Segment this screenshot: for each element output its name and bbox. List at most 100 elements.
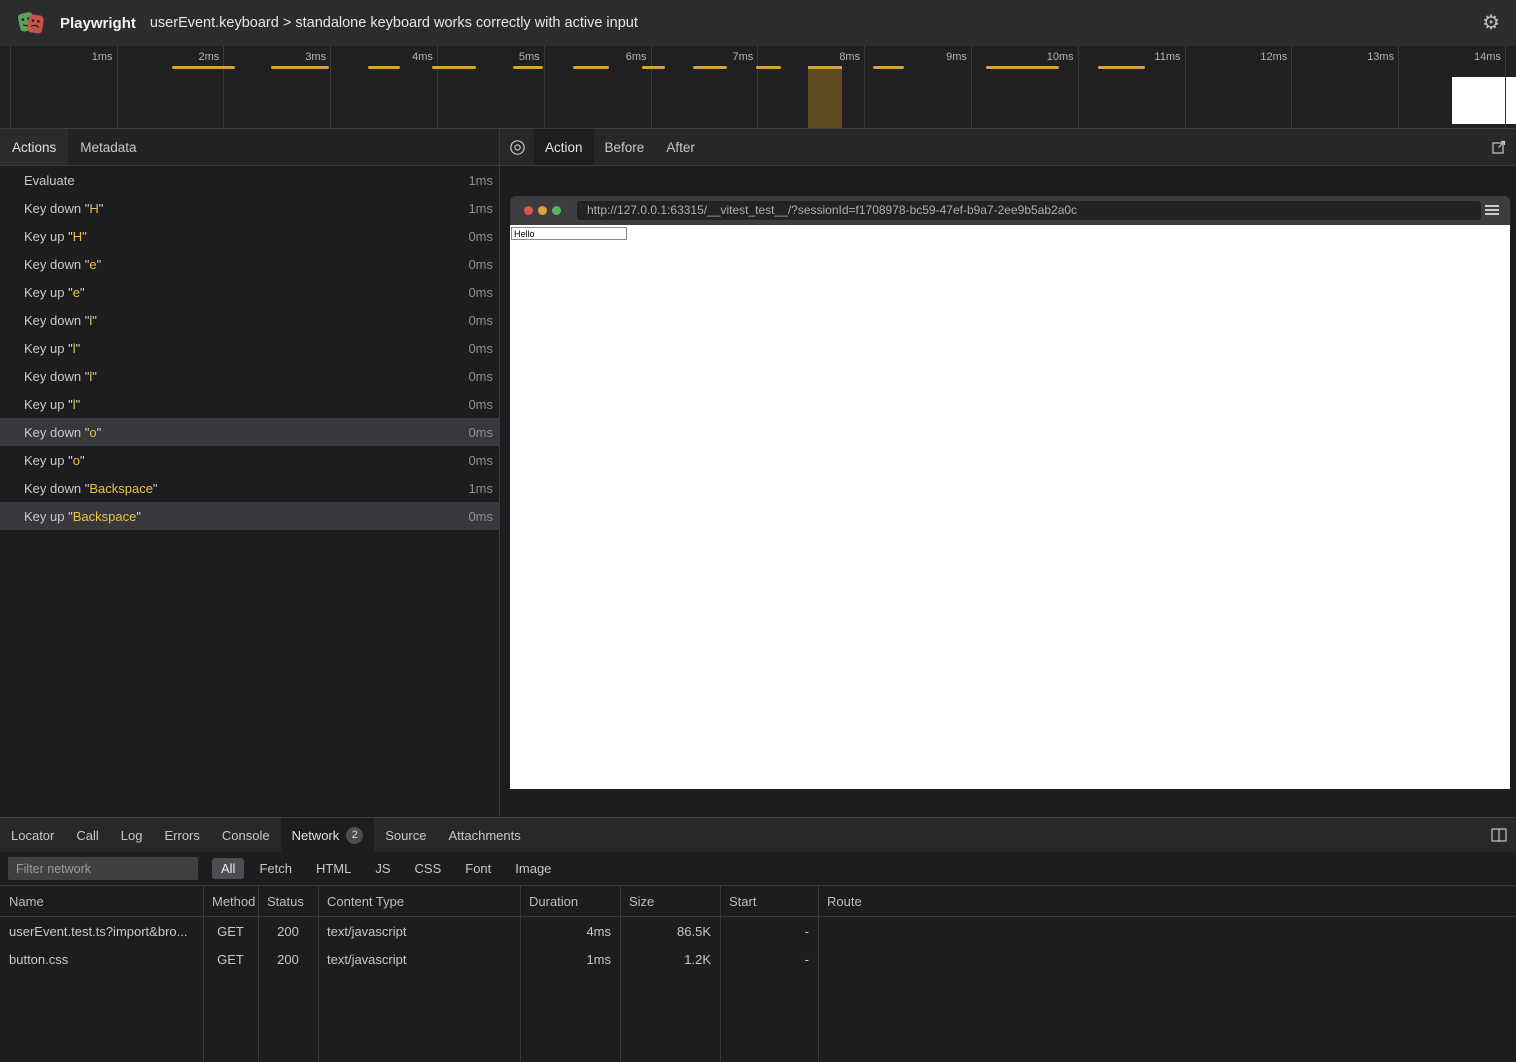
- action-row[interactable]: Key down "l"0ms: [0, 362, 499, 390]
- actions-tabstrip: ActionsMetadata: [0, 129, 499, 166]
- tab-network[interactable]: Network2: [281, 818, 375, 852]
- timeline-tick-label: 2ms: [155, 51, 219, 63]
- network-request-row[interactable]: userEvent.test.ts?import&bro...GET200tex…: [0, 917, 1516, 945]
- cell-start: -: [720, 924, 818, 939]
- timeline-action-bar[interactable]: [432, 66, 476, 69]
- quote: ": [80, 285, 85, 300]
- network-filter-input[interactable]: [8, 857, 198, 880]
- timeline-ruler[interactable]: 1ms2ms3ms4ms5ms6ms7ms8ms9ms10ms11ms12ms1…: [0, 46, 1516, 129]
- bottom-panel: Locator Call Log Errors Console Network2Sourc…: [0, 817, 1516, 1062]
- cell-size: 86.5K: [620, 924, 720, 939]
- tab-label: Network: [292, 828, 340, 843]
- timeline-action-bar[interactable]: [513, 66, 543, 69]
- column-header-size: Size: [620, 894, 720, 909]
- tab-call[interactable]: Call: [65, 818, 109, 852]
- timeline-action-bar[interactable]: [986, 66, 1059, 69]
- action-row[interactable]: Key up "o"0ms: [0, 446, 499, 474]
- network-request-row[interactable]: button.cssGET200text/javascript1ms1.2K-: [0, 945, 1516, 973]
- split-view-icon[interactable]: [1491, 818, 1516, 852]
- action-label: Key up "l": [24, 397, 80, 412]
- action-row[interactable]: Key down "o"0ms: [0, 418, 499, 446]
- tab-label: Log: [121, 828, 143, 843]
- filter-chip-image[interactable]: Image: [506, 858, 560, 879]
- timeline-action-bar[interactable]: [1098, 66, 1145, 69]
- action-duration: 0ms: [468, 285, 493, 300]
- filter-chip-js[interactable]: JS: [366, 858, 399, 879]
- filter-chip-css[interactable]: CSS: [406, 858, 451, 879]
- timeline-action-bar[interactable]: [172, 66, 235, 69]
- timeline-action-bar[interactable]: [808, 66, 842, 128]
- tab-attachments[interactable]: Attachments: [437, 818, 531, 852]
- key-value: H: [73, 229, 82, 244]
- action-label: Key up "Backspace": [24, 509, 141, 524]
- timeline-action-bar[interactable]: [756, 66, 781, 69]
- action-duration: 0ms: [468, 425, 493, 440]
- tab-label: Errors: [164, 828, 199, 843]
- filter-chip-html[interactable]: HTML: [307, 858, 360, 879]
- settings-gear-icon[interactable]: ⚙: [1482, 13, 1500, 33]
- action-label: Key down "l": [24, 313, 97, 328]
- timeline-tick-label: 12ms: [1223, 51, 1287, 63]
- filter-chip-all[interactable]: All: [212, 858, 244, 879]
- action-row[interactable]: Key down "H"1ms: [0, 194, 499, 222]
- action-row[interactable]: Key down "l"0ms: [0, 306, 499, 334]
- tab-action[interactable]: Action: [534, 129, 594, 165]
- tab-locator[interactable]: Locator: [0, 818, 65, 852]
- cell-duration: 1ms: [520, 952, 620, 967]
- action-label: Key down "l": [24, 369, 97, 384]
- tab-log[interactable]: Log: [110, 818, 154, 852]
- hamburger-menu-icon: [1485, 205, 1499, 215]
- network-filter-row: All Fetch HTML JS CSSFont Image: [0, 852, 1516, 885]
- tab-after[interactable]: After: [655, 129, 706, 165]
- quote: ": [82, 229, 87, 244]
- timeline-tick-label: 11ms: [1117, 51, 1181, 63]
- tab-label: Locator: [11, 828, 54, 843]
- timeline-action-bar[interactable]: [271, 66, 329, 69]
- tab-console[interactable]: Console: [211, 818, 281, 852]
- timeline-tick-label: 7ms: [689, 51, 753, 63]
- action-label: Key down "Backspace": [24, 481, 158, 496]
- quote: ": [92, 369, 97, 384]
- tab-before[interactable]: Before: [594, 129, 656, 165]
- open-snapshot-external-icon[interactable]: [1491, 129, 1516, 165]
- tab-source[interactable]: Source: [374, 818, 437, 852]
- action-duration: 0ms: [468, 229, 493, 244]
- tab-actions[interactable]: Actions: [0, 129, 68, 165]
- film-strip-thumbnail[interactable]: [1452, 77, 1516, 124]
- timeline-action-bar[interactable]: [573, 66, 609, 69]
- key-value: e: [73, 285, 80, 300]
- action-row[interactable]: Key up "l"0ms: [0, 334, 499, 362]
- filter-chip-fetch[interactable]: Fetch: [250, 858, 301, 879]
- tab-label: Console: [222, 828, 270, 843]
- timeline-tick-label: 4ms: [369, 51, 433, 63]
- timeline-action-bar[interactable]: [873, 66, 904, 69]
- timeline-action-bar[interactable]: [693, 66, 727, 69]
- action-label: Key down "H": [24, 201, 103, 216]
- timeline-action-bar[interactable]: [368, 66, 400, 69]
- timeline-tick-label: 1ms: [49, 51, 113, 63]
- pick-locator-icon[interactable]: [500, 129, 534, 165]
- cell-size: 1.2K: [620, 952, 720, 967]
- timeline-action-bar[interactable]: [642, 66, 665, 69]
- timeline-tick-label: 5ms: [476, 51, 540, 63]
- action-label: Key up "e": [24, 285, 85, 300]
- action-row[interactable]: Key up "e" 0ms: [0, 278, 499, 306]
- tab-errors[interactable]: Errors: [153, 818, 210, 852]
- filter-chip-font[interactable]: Font: [456, 858, 500, 879]
- cell-method: GET: [203, 924, 258, 939]
- page-text-input[interactable]: [511, 227, 627, 240]
- column-header-start: Start: [720, 894, 818, 909]
- action-row[interactable]: Key down "e"0ms: [0, 250, 499, 278]
- action-list: Evaluate1msKey down "H"1msKey up "H"0msK…: [0, 166, 499, 530]
- tab-metadata[interactable]: Metadata: [68, 129, 148, 165]
- action-row[interactable]: Key up "Backspace"0ms: [0, 502, 499, 530]
- action-row[interactable]: Key up "H"0ms: [0, 222, 499, 250]
- cell-duration: 4ms: [520, 924, 620, 939]
- timeline-gridline: [971, 46, 972, 128]
- action-row[interactable]: Key down "Backspace"1ms: [0, 474, 499, 502]
- action-duration: 0ms: [468, 257, 493, 272]
- action-row[interactable]: Evaluate1ms: [0, 166, 499, 194]
- rendered-page: [510, 225, 1510, 789]
- timeline-gridline: [1505, 46, 1506, 128]
- action-row[interactable]: Key up "l"0ms: [0, 390, 499, 418]
